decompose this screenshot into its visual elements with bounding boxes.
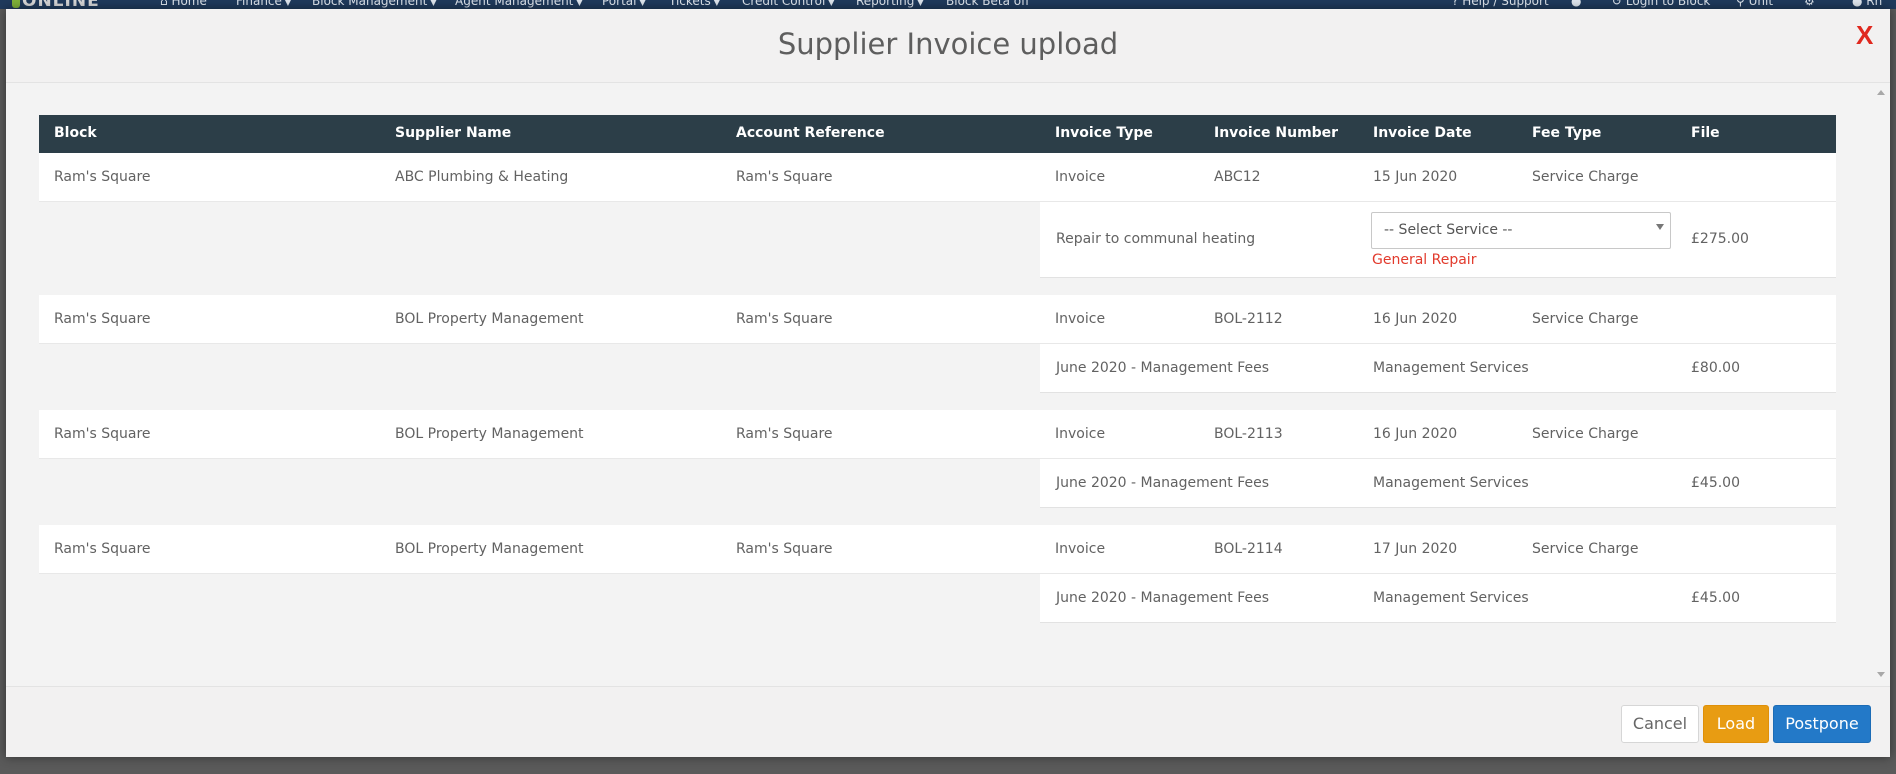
load-button[interactable]: Load xyxy=(1703,705,1769,743)
header-block: Block xyxy=(54,125,97,141)
line-amount-cell: £45.00 xyxy=(1691,590,1740,606)
line-description-cell: June 2020 - Management Fees xyxy=(1056,590,1270,606)
header-supplier-name: Supplier Name xyxy=(395,125,512,141)
supplier-cell: BOL Property Management xyxy=(395,311,584,327)
invoice-line-row: June 2020 - Management Fees Management S… xyxy=(1040,344,1836,393)
select-service-dropdown[interactable]: -- Select Service -- xyxy=(1371,212,1671,249)
fee-type-cell: Service Charge xyxy=(1532,541,1639,557)
header-account-reference: Account Reference xyxy=(736,125,885,141)
nav-unit-search[interactable]: ⚲ Unit xyxy=(1736,0,1773,8)
nav-gear-icon[interactable]: ⚙ xyxy=(1804,0,1815,8)
invoice-row: Ram's Square ABC Plumbing & Heating Ram'… xyxy=(39,153,1836,202)
service-validation-message: General Repair xyxy=(1372,252,1477,268)
nav-user[interactable]: ● Rn xyxy=(1852,0,1882,8)
background-nav-bar: ONLINE ⌂ Home Finance▼ Block Management▼… xyxy=(0,0,1896,9)
fee-type-cell: Service Charge xyxy=(1532,311,1639,327)
account-reference-cell: Ram's Square xyxy=(736,311,833,327)
select-service-placeholder: -- Select Service -- xyxy=(1384,222,1513,238)
chevron-down-icon xyxy=(1656,224,1664,230)
invoice-number-cell: ABC12 xyxy=(1214,169,1261,185)
invoice-row: Ram's Square BOL Property Management Ram… xyxy=(39,525,1836,574)
scroll-down-arrow-icon[interactable] xyxy=(1877,672,1885,677)
line-service-cell: Management Services xyxy=(1373,590,1529,606)
modal-footer: Cancel Load Postpone xyxy=(6,686,1890,757)
nav-block-management[interactable]: Block Management ▼ xyxy=(312,0,436,8)
line-description-cell: June 2020 - Management Fees xyxy=(1056,360,1270,376)
invoice-type-cell: Invoice xyxy=(1055,169,1106,185)
modal-scrollbar[interactable] xyxy=(1872,83,1890,686)
account-reference-cell: Ram's Square xyxy=(736,169,833,185)
nav-tickets[interactable]: Tickets ▼ xyxy=(669,0,720,8)
modal-header: Supplier Invoice upload X xyxy=(6,9,1890,83)
nav-agent-management[interactable]: Agent Management ▼ xyxy=(455,0,583,8)
line-amount-cell: £45.00 xyxy=(1691,475,1740,491)
invoice-date-cell: 17 Jun 2020 xyxy=(1373,541,1458,557)
supplier-invoice-modal: Supplier Invoice upload X Block Supplier… xyxy=(6,9,1890,757)
nav-finance[interactable]: Finance ▼ xyxy=(236,0,291,8)
close-button[interactable]: X xyxy=(1856,20,1873,51)
nav-portal[interactable]: Portal ▼ xyxy=(602,0,646,8)
cancel-button[interactable]: Cancel xyxy=(1621,705,1699,743)
nav-login-to-block[interactable]: ↺ Login to Block xyxy=(1612,0,1710,8)
nav-home[interactable]: ⌂ Home xyxy=(160,0,207,8)
header-invoice-date: Invoice Date xyxy=(1373,125,1472,141)
supplier-cell: BOL Property Management xyxy=(395,541,584,557)
invoice-table-header: Block Supplier Name Account Reference In… xyxy=(39,115,1836,153)
block-cell: Ram's Square xyxy=(54,541,151,557)
line-amount-cell: £275.00 xyxy=(1691,231,1749,247)
line-description-cell: June 2020 - Management Fees xyxy=(1056,475,1270,491)
invoice-number-cell: BOL-2113 xyxy=(1214,426,1283,442)
nav-help-support[interactable]: ? Help / Support xyxy=(1452,0,1549,8)
invoice-line-row: June 2020 - Management Fees Management S… xyxy=(1040,574,1836,623)
invoice-date-cell: 16 Jun 2020 xyxy=(1373,426,1458,442)
block-cell: Ram's Square xyxy=(54,311,151,327)
header-invoice-type: Invoice Type xyxy=(1055,125,1153,141)
invoice-row: Ram's Square BOL Property Management Ram… xyxy=(39,410,1836,459)
header-file: File xyxy=(1691,125,1720,141)
invoice-date-cell: 16 Jun 2020 xyxy=(1373,311,1458,327)
invoice-type-cell: Invoice xyxy=(1055,541,1106,557)
line-service-cell: Management Services xyxy=(1373,475,1529,491)
modal-title: Supplier Invoice upload xyxy=(777,27,1119,61)
nav-block-beta[interactable]: Block Beta off xyxy=(946,0,1029,8)
line-service-cell: Management Services xyxy=(1373,360,1529,376)
invoice-date-cell: 15 Jun 2020 xyxy=(1373,169,1458,185)
block-cell: Ram's Square xyxy=(54,426,151,442)
supplier-cell: BOL Property Management xyxy=(395,426,584,442)
account-reference-cell: Ram's Square xyxy=(736,541,833,557)
modal-body: Block Supplier Name Account Reference In… xyxy=(6,83,1890,686)
invoice-number-cell: BOL-2112 xyxy=(1214,311,1283,327)
header-fee-type: Fee Type xyxy=(1532,125,1602,141)
block-cell: Ram's Square xyxy=(54,169,151,185)
fee-type-cell: Service Charge xyxy=(1532,169,1639,185)
app-logo-text: ONLINE xyxy=(22,0,100,9)
invoice-row: Ram's Square BOL Property Management Ram… xyxy=(39,295,1836,344)
supplier-cell: ABC Plumbing & Heating xyxy=(395,169,569,185)
fee-type-cell: Service Charge xyxy=(1532,426,1639,442)
line-amount-cell: £80.00 xyxy=(1691,360,1740,376)
app-logo-icon xyxy=(12,0,20,8)
header-invoice-number: Invoice Number xyxy=(1214,125,1339,141)
nav-reporting[interactable]: Reporting ▼ xyxy=(856,0,924,8)
account-reference-cell: Ram's Square xyxy=(736,426,833,442)
scroll-up-arrow-icon[interactable] xyxy=(1877,90,1885,95)
nav-credit-control[interactable]: Credit Control ▼ xyxy=(742,0,834,8)
nav-bell-icon[interactable]: ● xyxy=(1571,0,1581,8)
invoice-type-cell: Invoice xyxy=(1055,311,1106,327)
invoice-line-row: Repair to communal heating -- Select Ser… xyxy=(1040,202,1836,278)
postpone-button[interactable]: Postpone xyxy=(1773,705,1871,743)
invoice-type-cell: Invoice xyxy=(1055,426,1106,442)
line-description-cell: Repair to communal heating xyxy=(1056,231,1256,247)
invoice-line-row: June 2020 - Management Fees Management S… xyxy=(1040,459,1836,508)
invoice-number-cell: BOL-2114 xyxy=(1214,541,1283,557)
